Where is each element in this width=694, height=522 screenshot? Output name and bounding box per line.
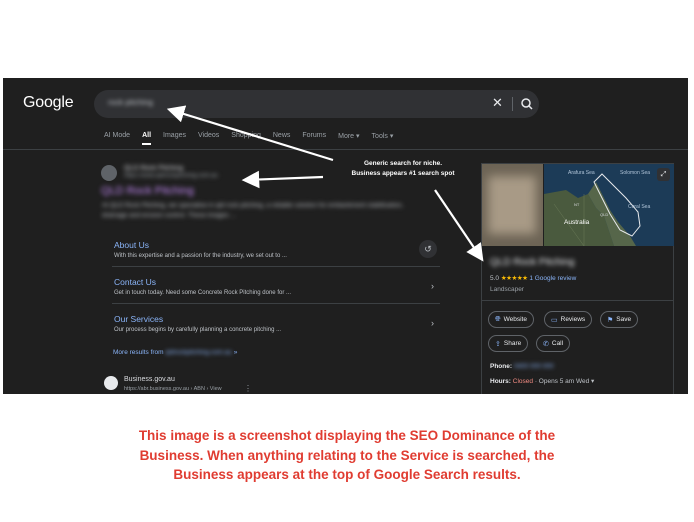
arrow-to-result <box>241 170 324 189</box>
caption: This image is a screenshot displaying th… <box>60 426 634 485</box>
annotation-line2: Business appears #1 search spot <box>351 170 455 177</box>
arrow-to-knowledge-panel <box>434 189 484 262</box>
google-search-screenshot: Google rock pitching ✕ AI Mode All Image… <box>3 78 688 394</box>
arrow-to-searchbar <box>166 105 334 162</box>
caption-line1: This image is a screenshot displaying th… <box>138 428 556 443</box>
annotation-line1: Generic search for niche. <box>363 160 443 167</box>
annotation-arrows <box>166 105 484 262</box>
caption-line2: Business. When anything relating to the … <box>139 447 555 463</box>
annotation-text: Generic search for niche. Business appea… <box>328 159 478 179</box>
caption-line3: Business appears at the top of Google Se… <box>173 467 521 482</box>
